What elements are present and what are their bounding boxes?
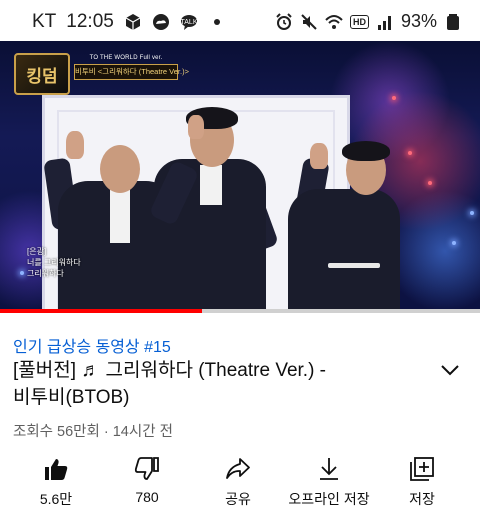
video-title[interactable]: [풀버전] ♬ 그리워하다 (Theatre Ver.) - 비투비(BTOB) xyxy=(13,357,423,411)
side-lyric-line: 그리워하다 xyxy=(27,269,64,278)
video-player[interactable]: 킹덤 TO THE WORLD Full ver. 비투비 <그리워하다 (Th… xyxy=(0,41,480,313)
video-title-line: [풀버전] ♬ 그리워하다 (Theatre Ver.) - xyxy=(13,360,327,381)
stage-light xyxy=(408,151,412,155)
caption-small: TO THE WORLD Full ver. xyxy=(89,55,163,61)
side-lyric-line: 너를 그리워하다 xyxy=(27,258,81,267)
caption-banner: TO THE WORLD Full ver. 비투비 <그리워하다 (Theat… xyxy=(74,55,189,85)
signal-icon xyxy=(377,15,391,30)
side-lyric: [은광] 너를 그리워하다 그리워하다 xyxy=(27,246,81,279)
stage-light xyxy=(452,241,456,245)
like-count: 5.6만 xyxy=(39,491,73,507)
show-logo-text: 킹덤 xyxy=(26,66,58,87)
expand-description-button[interactable] xyxy=(438,358,462,382)
share-label: 공유 xyxy=(225,491,251,507)
chat-icon: TALK xyxy=(180,15,198,30)
video-title-line: 비투비(BTOB) xyxy=(13,387,130,408)
stage-light xyxy=(20,271,24,275)
dot-icon xyxy=(213,19,220,25)
progress-bar[interactable] xyxy=(0,309,480,313)
save-label: 저장 xyxy=(409,491,435,507)
svg-text:TALK: TALK xyxy=(180,19,197,26)
alarm-icon xyxy=(276,12,292,30)
view-meta: 조회수 56만회 · 14시간 전 xyxy=(13,424,173,440)
trending-tag[interactable]: 인기 급상승 동영상 #15 xyxy=(13,333,171,357)
hd-badge: HD xyxy=(349,14,369,29)
thumbs-up-icon xyxy=(45,459,68,480)
like-button[interactable]: 5.6만 xyxy=(6,450,106,511)
status-bar: KT 12:05 TALK HD 93% xyxy=(0,0,480,44)
battery-percent: 93% xyxy=(400,11,437,31)
save-playlist-icon xyxy=(410,457,434,481)
download-icon xyxy=(320,458,338,480)
clock: 12:05 xyxy=(66,11,114,32)
cloud-icon xyxy=(152,14,169,30)
share-button[interactable]: 공유 xyxy=(188,450,288,511)
download-button[interactable]: 오프라인 저장 xyxy=(279,450,379,511)
stage-light xyxy=(428,181,432,185)
show-logo: 킹덤 xyxy=(14,53,70,95)
carrier-label: KT xyxy=(32,11,57,32)
share-icon xyxy=(226,458,250,479)
dislike-button[interactable]: 780 xyxy=(97,450,197,511)
chevron-down-icon xyxy=(441,365,459,376)
cube-icon xyxy=(125,14,141,30)
mute-icon xyxy=(301,13,317,30)
save-button[interactable]: 저장 xyxy=(372,450,472,511)
dislike-count: 780 xyxy=(135,489,159,505)
caption-main: 비투비 <그리워하다 (Theatre Ver.)> xyxy=(74,64,189,80)
wifi-icon xyxy=(325,14,343,29)
battery-icon xyxy=(447,13,459,30)
status-right: HD 93% xyxy=(275,11,462,32)
progress-fill xyxy=(0,309,202,313)
side-lyric-line: [은광] xyxy=(27,247,47,256)
thumbs-down-icon xyxy=(134,457,159,480)
download-label: 오프라인 저장 xyxy=(288,491,370,507)
action-row: 5.6만 780 공유 오프라인 저장 저장 xyxy=(0,450,480,511)
stage-light xyxy=(392,96,396,100)
stage-light xyxy=(470,211,474,215)
status-left: KT 12:05 TALK xyxy=(32,11,226,33)
